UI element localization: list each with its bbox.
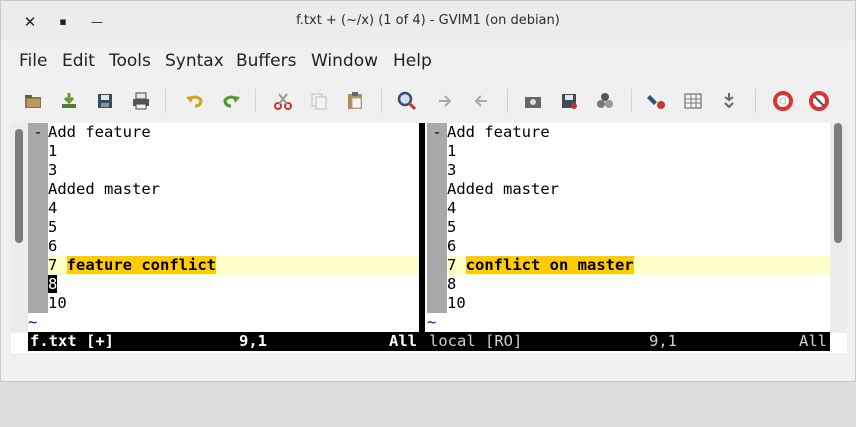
- left-diff-pane[interactable]: - Add feature 1 3 Added master 4 5 6 7 f…: [28, 123, 419, 333]
- window-title: f.txt + (~/x) (1 of 4) - GVIM1 (on debia…: [296, 13, 560, 28]
- text-line: 6: [48, 237, 58, 255]
- toolbar-separator: [381, 89, 382, 113]
- save-session-icon[interactable]: [557, 89, 581, 113]
- find-help-icon[interactable]: [807, 89, 831, 113]
- undo-icon[interactable]: [183, 89, 207, 113]
- find-next-icon[interactable]: [433, 89, 457, 113]
- menu-syntax[interactable]: Syntax: [165, 51, 224, 71]
- toolbar-separator: [255, 89, 256, 113]
- editor-area[interactable]: - Add feature 1 3 Added master 4 5 6 7 f…: [11, 123, 847, 353]
- save-icon[interactable]: [93, 89, 117, 113]
- menu-buffers[interactable]: Buffers: [236, 51, 296, 71]
- text-line: Added master: [447, 180, 559, 198]
- right-scrollbar-thumb[interactable]: [834, 123, 842, 243]
- text-line: 5: [447, 218, 457, 236]
- diff-changed-line: 7 conflict on master: [447, 256, 634, 275]
- diff-text-highlight: conflict on master: [465, 256, 634, 274]
- load-session-icon[interactable]: [521, 89, 545, 113]
- left-scrollbar-thumb[interactable]: [15, 129, 23, 243]
- left-scrollbar[interactable]: [11, 123, 28, 333]
- menu-window[interactable]: Window: [311, 51, 378, 71]
- text-line: 6: [447, 237, 457, 255]
- status-cursor-position: 9,1: [649, 332, 677, 350]
- toolbar: [1, 83, 855, 119]
- toolbar-separator: [165, 89, 166, 113]
- redo-icon[interactable]: [219, 89, 243, 113]
- cut-icon[interactable]: [271, 89, 295, 113]
- print-icon[interactable]: [129, 89, 153, 113]
- vertical-split-separator[interactable]: [419, 123, 427, 333]
- left-status-line: f.txt [+] 9,1 All: [28, 332, 423, 351]
- menu-bar: File Edit Tools Syntax Buffers Window He…: [1, 45, 855, 79]
- fold-column: [28, 123, 48, 313]
- toolbar-separator: [755, 89, 756, 113]
- fold-marker[interactable]: -: [28, 123, 48, 142]
- find-prev-icon[interactable]: [469, 89, 493, 113]
- status-scroll-position: All: [389, 332, 417, 350]
- text-line: Add feature: [447, 123, 550, 141]
- text-line: 8: [48, 275, 58, 294]
- text-line: 1: [48, 142, 58, 160]
- menu-edit[interactable]: Edit: [62, 51, 95, 71]
- text-line: 3: [48, 161, 58, 179]
- open-icon[interactable]: [21, 89, 45, 113]
- text-line: 3: [447, 161, 457, 179]
- text-line: 1: [447, 142, 457, 160]
- empty-line-tilde: ~: [427, 313, 437, 331]
- gvim-window: ✕ ▪ — f.txt + (~/x) (1 of 4) - GVIM1 (on…: [0, 0, 856, 382]
- fold-column: [427, 123, 447, 313]
- text-line: 4: [48, 199, 58, 217]
- paste-icon[interactable]: [343, 89, 367, 113]
- find-replace-icon[interactable]: [395, 89, 419, 113]
- status-scroll-position: All: [799, 332, 827, 350]
- menu-file[interactable]: File: [19, 51, 47, 71]
- right-scrollbar[interactable]: [830, 123, 847, 333]
- text-line: 10: [447, 294, 466, 312]
- status-filename: f.txt [+]: [30, 332, 114, 350]
- right-diff-pane[interactable]: - Add feature 1 3 Added master 4 5 6 7 c…: [427, 123, 830, 333]
- text-line: Added master: [48, 180, 160, 198]
- text-line: Add feature: [48, 123, 151, 141]
- save-as-icon[interactable]: [57, 89, 81, 113]
- line-prefix: 7: [447, 256, 466, 274]
- diff-text-highlight: feature conflict: [66, 256, 216, 274]
- line-prefix: 7: [48, 256, 67, 274]
- fold-marker[interactable]: -: [427, 123, 447, 142]
- toolbar-separator: [631, 89, 632, 113]
- menu-help[interactable]: Help: [393, 51, 432, 71]
- run-script-icon[interactable]: [593, 89, 617, 113]
- diff-changed-line: 7 feature conflict: [48, 256, 216, 275]
- text-line: 10: [48, 294, 67, 312]
- text-line: 8: [447, 275, 457, 293]
- menu-tools[interactable]: Tools: [109, 51, 151, 71]
- help-icon[interactable]: [771, 89, 795, 113]
- make-icon[interactable]: [645, 89, 669, 113]
- text-line: 5: [48, 218, 58, 236]
- text-cursor: 8: [48, 275, 58, 293]
- copy-icon[interactable]: [307, 89, 331, 113]
- title-bar: ✕ ▪ — f.txt + (~/x) (1 of 4) - GVIM1 (on…: [1, 1, 855, 41]
- status-filename: local [RO]: [429, 332, 523, 350]
- right-status-line: local [RO] 9,1 All: [423, 332, 830, 351]
- text-line: 4: [447, 199, 457, 217]
- status-cursor-position: 9,1: [239, 332, 267, 350]
- ctags-icon[interactable]: [717, 89, 741, 113]
- empty-line-tilde: ~: [28, 313, 38, 331]
- toolbar-separator: [507, 89, 508, 113]
- shell-icon[interactable]: [681, 89, 705, 113]
